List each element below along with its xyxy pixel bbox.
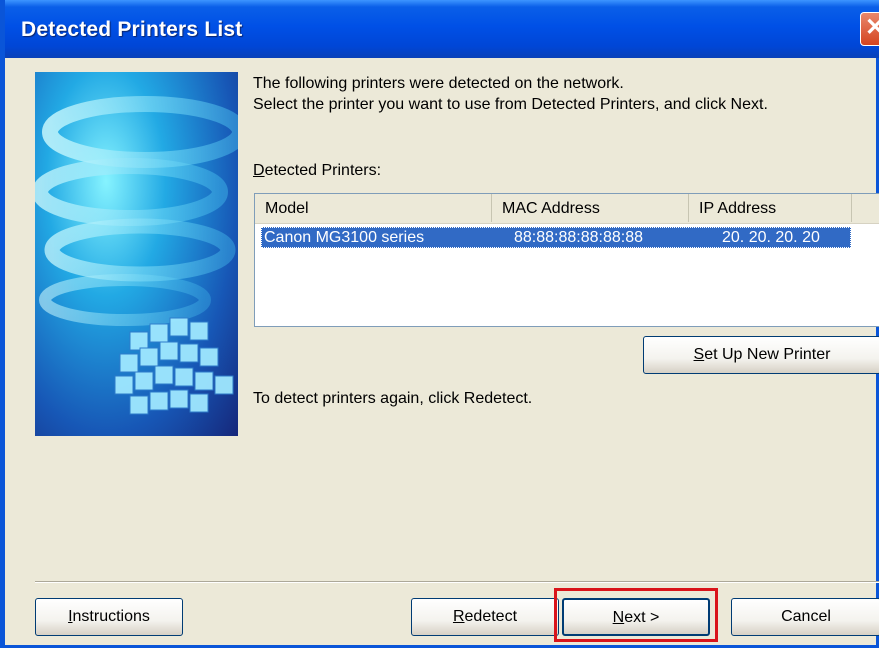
detected-printers-label: Detected Printers:	[253, 162, 381, 180]
list-header: Model MAC Address IP Address	[255, 194, 879, 224]
title-bar[interactable]: Detected Printers List	[5, 0, 879, 58]
spiral-artwork	[35, 96, 238, 415]
label-text: etected Printers:	[264, 162, 382, 179]
table-row[interactable]: Canon MG3100 series 88:88:88:88:88:88 20…	[261, 227, 851, 248]
set-up-new-printer-button[interactable]: Set Up New Printer	[643, 336, 879, 374]
intro-line-1: The following printers were detected on …	[253, 75, 624, 92]
cancel-button[interactable]: Cancel	[731, 598, 879, 636]
button-label: nstructions	[72, 608, 150, 625]
mnemonic: R	[452, 608, 465, 625]
mnemonic: S	[693, 346, 705, 363]
detected-printers-list[interactable]: Model MAC Address IP Address Canon MG310…	[254, 193, 879, 327]
dialog-window: Detected Printers List ✕ The following p…	[0, 0, 879, 648]
mnemonic: D	[253, 162, 265, 179]
column-header-mac[interactable]: MAC Address	[492, 194, 689, 222]
canon-illustration	[35, 72, 238, 436]
intro-line-2: Select the printer you want to use from …	[253, 96, 768, 113]
window-title: Detected Printers List	[21, 18, 243, 41]
button-label: et Up New Printer	[704, 346, 831, 363]
redetect-hint: To detect printers again, click Redetect…	[253, 390, 533, 407]
column-header-ip[interactable]: IP Address	[689, 194, 852, 222]
cell-mac: 88:88:88:88:88:88	[514, 229, 644, 246]
next-highlight-box	[554, 588, 718, 642]
footer-divider	[35, 581, 879, 583]
redetect-button[interactable]: Redetect	[411, 598, 559, 636]
button-label: edetect	[464, 608, 518, 625]
cell-model: Canon MG3100 series	[264, 229, 425, 246]
cell-ip: 20. 20. 20. 20	[722, 229, 820, 246]
instructions-button[interactable]: Instructions	[35, 598, 183, 636]
close-icon[interactable]: ✕	[860, 12, 879, 46]
column-header-model[interactable]: Model	[255, 194, 492, 222]
